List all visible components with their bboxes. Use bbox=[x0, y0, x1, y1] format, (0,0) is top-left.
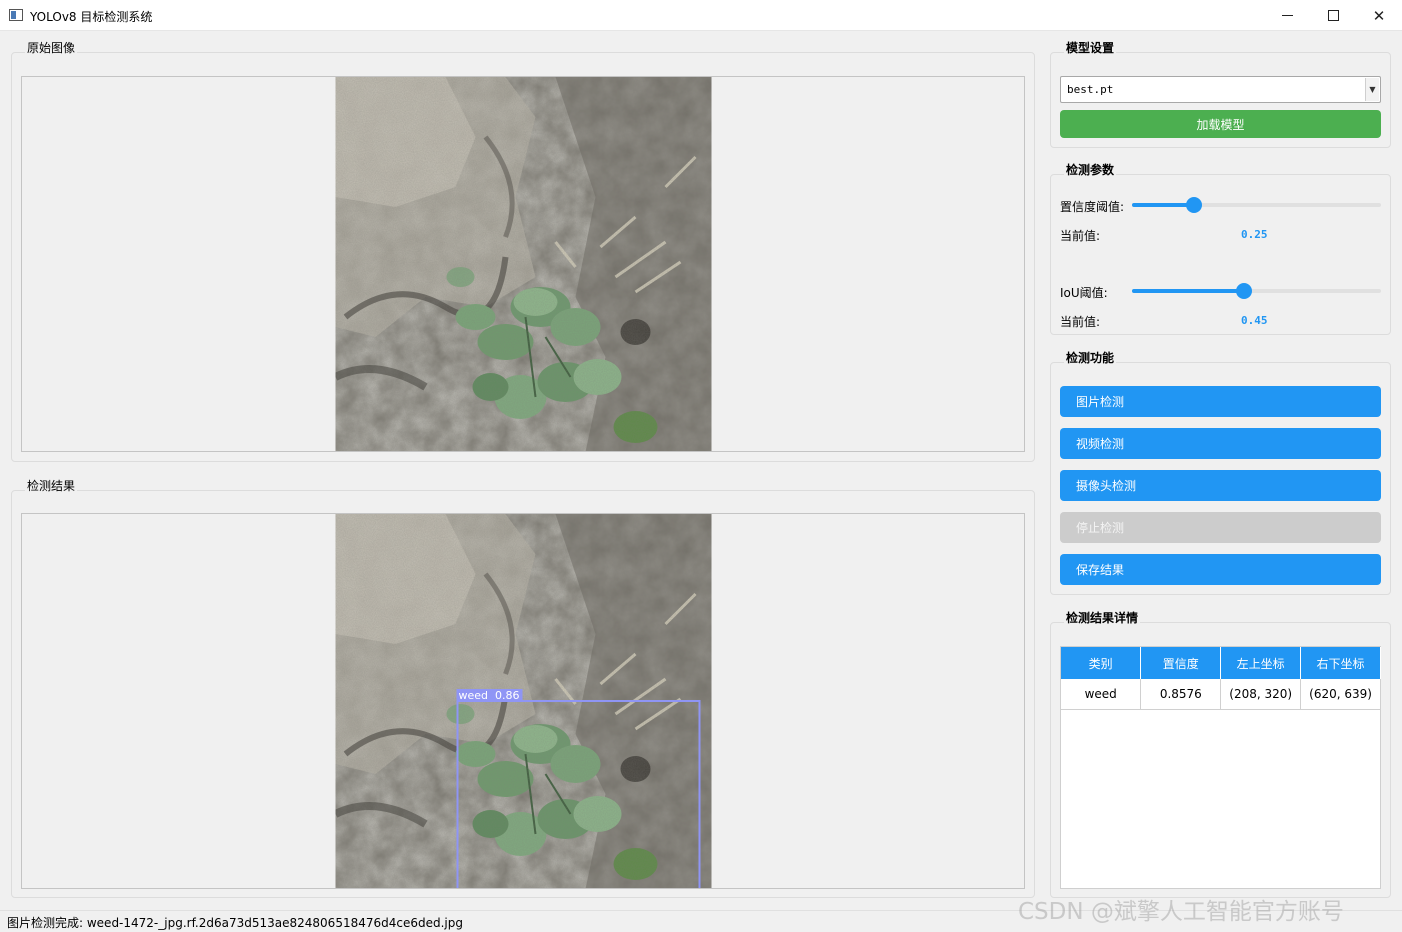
iou-slider-fill bbox=[1132, 289, 1245, 293]
table-header-bottom-right[interactable]: 右下坐标 bbox=[1300, 647, 1381, 679]
close-icon[interactable]: ✕ bbox=[1356, 0, 1402, 31]
result-image: weed 0.86 bbox=[335, 514, 712, 888]
image-detect-button[interactable]: 图片检测 bbox=[1060, 386, 1381, 417]
detection-label: weed 0.86 bbox=[459, 689, 520, 702]
iou-slider-handle[interactable] bbox=[1236, 283, 1253, 299]
table-cell-top-left[interactable]: (208, 320) bbox=[1220, 679, 1302, 710]
table-row[interactable]: weed 0.8576 (208, 320) (620, 639) bbox=[1061, 679, 1381, 710]
table-cell-class[interactable]: weed bbox=[1061, 679, 1142, 710]
confidence-current-label: 当前值: bbox=[1060, 229, 1101, 243]
detection-params-title: 检测参数 bbox=[1064, 161, 1117, 178]
app-window-icon bbox=[9, 9, 23, 21]
model-settings-title: 模型设置 bbox=[1064, 39, 1117, 56]
title-bar: YOLOv8 目标检测系统 ✕ bbox=[0, 0, 1402, 31]
model-select[interactable]: best.pt ▼ bbox=[1060, 76, 1381, 103]
results-detail-title: 检测结果详情 bbox=[1064, 609, 1141, 626]
iou-slider[interactable] bbox=[1132, 283, 1381, 299]
confidence-slider[interactable] bbox=[1132, 197, 1381, 213]
stop-detect-button[interactable]: 停止检测 bbox=[1060, 512, 1381, 543]
table-header-top-left[interactable]: 左上坐标 bbox=[1220, 647, 1302, 679]
table-header-confidence[interactable]: 置信度 bbox=[1140, 647, 1222, 679]
model-select-value: best.pt bbox=[1067, 83, 1114, 96]
confidence-slider-fill bbox=[1132, 203, 1195, 207]
watermark: CSDN @斌擎人工智能官方账号 bbox=[1018, 899, 1344, 925]
iou-label: IoU阈值: bbox=[1060, 286, 1108, 300]
table-cell-confidence[interactable]: 0.8576 bbox=[1140, 679, 1222, 710]
camera-detect-button[interactable]: 摄像头检测 bbox=[1060, 470, 1381, 501]
original-image bbox=[335, 77, 712, 452]
results-table[interactable]: 类别 置信度 左上坐标 右下坐标 weed 0.8576 (208, 320) … bbox=[1060, 646, 1381, 889]
status-text: 图片检测完成: weed-1472-_jpg.rf.2d6a73d513ae82… bbox=[7, 916, 463, 930]
confidence-current-value: 0.25 bbox=[1241, 228, 1268, 241]
load-model-button[interactable]: 加载模型 bbox=[1060, 110, 1381, 138]
detection-functions-title: 检测功能 bbox=[1064, 349, 1117, 366]
window-title: YOLOv8 目标检测系统 bbox=[30, 10, 153, 24]
table-header-class[interactable]: 类别 bbox=[1061, 647, 1142, 679]
original-image-frame bbox=[21, 76, 1025, 452]
iou-current-value: 0.45 bbox=[1241, 314, 1268, 327]
result-image-title: 检测结果 bbox=[25, 477, 78, 494]
chevron-down-icon[interactable]: ▼ bbox=[1365, 78, 1379, 101]
original-image-title: 原始图像 bbox=[25, 39, 78, 56]
result-image-frame: weed 0.86 bbox=[21, 513, 1025, 889]
save-results-button[interactable]: 保存结果 bbox=[1060, 554, 1381, 585]
confidence-label: 置信度阈值: bbox=[1060, 200, 1125, 214]
table-cell-bottom-right[interactable]: (620, 639) bbox=[1300, 679, 1381, 710]
minimize-icon[interactable] bbox=[1264, 0, 1310, 31]
iou-current-label: 当前值: bbox=[1060, 315, 1101, 329]
video-detect-button[interactable]: 视频检测 bbox=[1060, 428, 1381, 459]
table-header-row: 类别 置信度 左上坐标 右下坐标 bbox=[1061, 647, 1381, 679]
maximize-icon[interactable] bbox=[1310, 0, 1356, 31]
